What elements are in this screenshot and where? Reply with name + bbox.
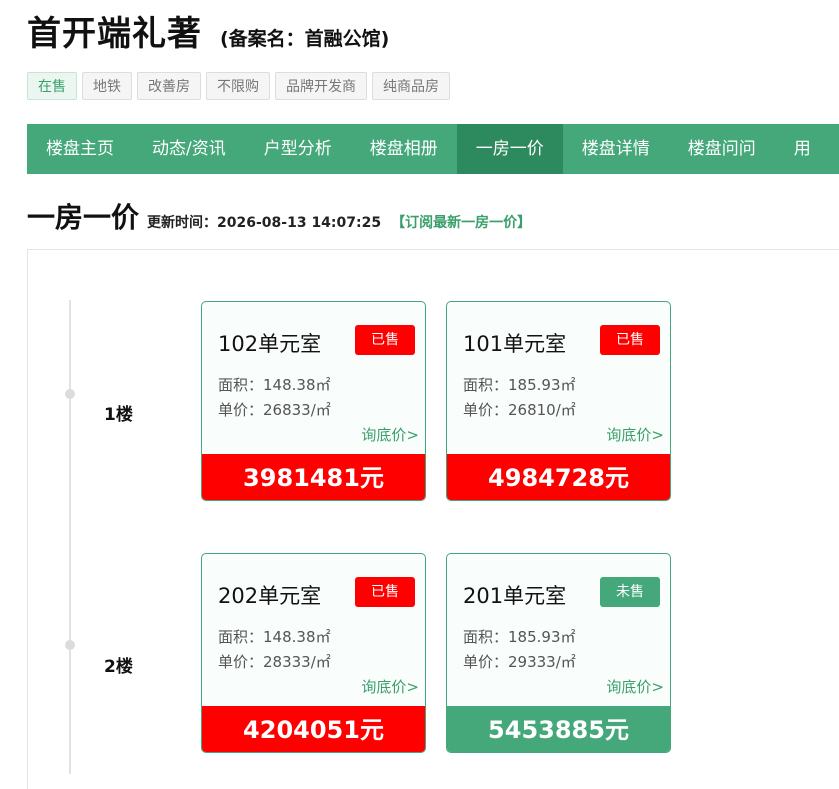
nav-item-more[interactable]: 用 [775, 124, 830, 174]
nav-item-album[interactable]: 楼盘相册 [351, 124, 457, 174]
tag-upgrade: 改善房 [137, 72, 201, 100]
unit-card[interactable]: 201单元室 未售 面积：185.93㎡ 单价：29333/㎡ 询底价> 545… [446, 553, 671, 753]
timeline-dot [65, 389, 75, 399]
nav-item-home[interactable]: 楼盘主页 [27, 124, 133, 174]
unit-name: 101单元室 [463, 332, 567, 356]
page-title: 首开端礼著 [27, 14, 202, 54]
unit-card[interactable]: 202单元室 已售 面积：148.38㎡ 单价：28333/㎡ 询底价> 420… [201, 553, 426, 753]
timeline-line [69, 300, 71, 774]
unit-name: 202单元室 [218, 584, 322, 608]
unit-card[interactable]: 102单元室 已售 面积：148.38㎡ 单价：26833/㎡ 询底价> 398… [201, 301, 426, 501]
nav-item-details[interactable]: 楼盘详情 [563, 124, 669, 174]
unit-area: 面积：185.93㎡ [463, 628, 576, 646]
unit-name: 102单元室 [218, 332, 322, 356]
title-row: 首开端礼著 (备案名：首融公馆) [27, 6, 389, 55]
tag-list: 在售 地铁 改善房 不限购 品牌开发商 纯商品房 [27, 72, 450, 100]
status-badge: 已售 [355, 325, 415, 355]
nav-item-qa[interactable]: 楼盘问问 [669, 124, 775, 174]
status-badge: 已售 [355, 577, 415, 607]
unit-price: 单价：28333/㎡ [218, 653, 331, 671]
price-list-panel [27, 249, 839, 789]
timeline-dot [65, 640, 75, 650]
unit-area: 面积：148.38㎡ [218, 376, 331, 394]
unit-price: 单价：26810/㎡ [463, 401, 576, 419]
tag-no-limit: 不限购 [206, 72, 270, 100]
tag-on-sale: 在售 [27, 72, 77, 100]
nav-item-news[interactable]: 动态/资讯 [133, 124, 245, 174]
tag-brand-developer: 品牌开发商 [275, 72, 367, 100]
subscribe-link[interactable]: 【订阅最新一房一价】 [391, 212, 531, 232]
record-name: (备案名：首融公馆) [220, 28, 390, 50]
status-badge: 未售 [600, 577, 660, 607]
nav-item-layout[interactable]: 户型分析 [245, 124, 351, 174]
unit-price: 单价：26833/㎡ [218, 401, 331, 419]
ask-price-link[interactable]: 询底价> [606, 676, 664, 697]
floor-label: 1楼 [104, 405, 133, 425]
nav-item-price-list[interactable]: 一房一价 [456, 124, 563, 174]
nav-bar: 楼盘主页 动态/资讯 户型分析 楼盘相册 一房一价 楼盘详情 楼盘问问 用 [27, 124, 839, 174]
total-price: 4984728元 [447, 454, 670, 500]
ask-price-link[interactable]: 询底价> [361, 424, 419, 445]
unit-area: 面积：185.93㎡ [463, 376, 576, 394]
ask-price-link[interactable]: 询底价> [361, 676, 419, 697]
tag-metro: 地铁 [82, 72, 132, 100]
status-badge: 已售 [600, 325, 660, 355]
unit-area: 面积：148.38㎡ [218, 628, 331, 646]
unit-price: 单价：29333/㎡ [463, 653, 576, 671]
total-price: 4204051元 [202, 706, 425, 752]
update-time: 更新时间：2026-08-13 14:07:25 [147, 215, 382, 231]
total-price: 3981481元 [202, 454, 425, 500]
floor-label: 2楼 [104, 657, 133, 677]
tag-commercial: 纯商品房 [372, 72, 450, 100]
total-price: 5453885元 [447, 706, 670, 752]
section-title: 一房一价 [27, 201, 140, 234]
section-header: 一房一价 更新时间：2026-08-13 14:07:25 【订阅最新一房一价】 [27, 196, 531, 236]
unit-card[interactable]: 101单元室 已售 面积：185.93㎡ 单价：26810/㎡ 询底价> 498… [446, 301, 671, 501]
unit-name: 201单元室 [463, 584, 567, 608]
ask-price-link[interactable]: 询底价> [606, 424, 664, 445]
